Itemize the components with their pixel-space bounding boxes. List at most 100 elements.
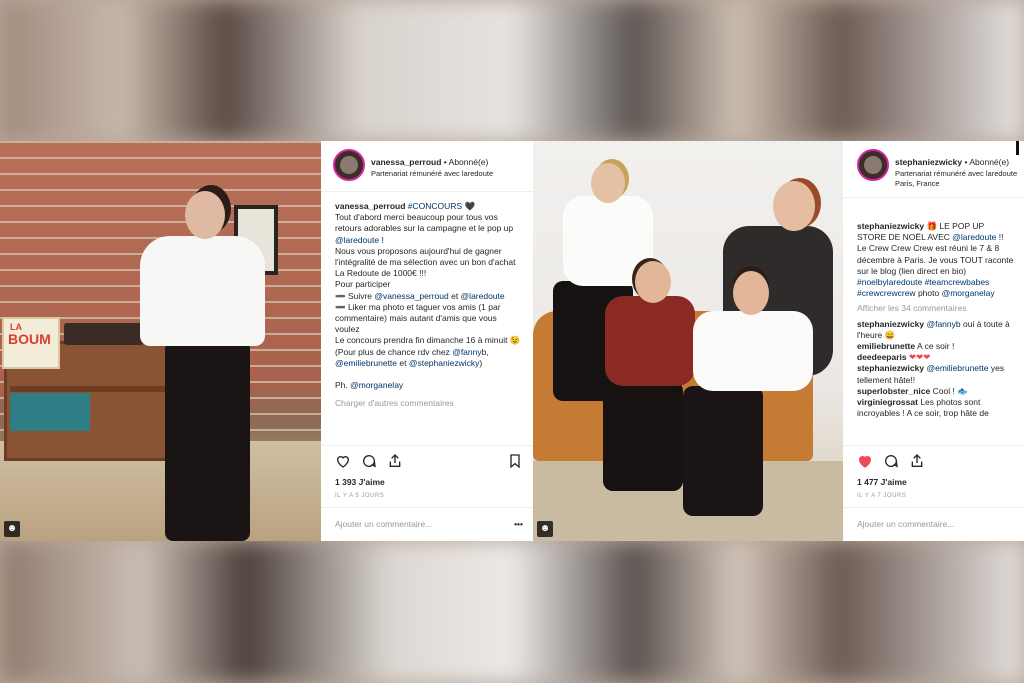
post2-actions [857,453,1014,471]
person-floral-jacket [605,296,695,386]
mention-stephaniezwicky[interactable]: @stephaniezwicky [409,358,480,368]
divider [321,507,533,508]
mention-fannyb[interactable]: @fannyb [452,347,486,357]
caption-text: , [486,346,489,357]
partnership-label[interactable]: Partenariat rémunéré avec laredoute [371,169,493,179]
avatar[interactable] [857,149,889,181]
post1-username-line: vanessa_perroud • Abonné(e) [371,157,488,167]
person-white-shirt [140,236,265,346]
comment: emiliebrunette A ce soir ! [857,341,1014,352]
caption-text: ➖ Liker ma photo et taguer vos amis (1 p… [335,301,501,335]
comment-text: A ce soir ! [917,341,955,352]
post1-actions [335,453,523,471]
comment-icon[interactable] [883,453,899,469]
post2-likes[interactable]: 1 477 J'aime [857,477,907,487]
post2-username-line: stephaniezwicky • Abonné(e) [895,157,1009,167]
post1-date: IL Y A 5 JOURS [335,493,385,499]
post1-username[interactable]: vanessa_perroud [371,157,441,167]
caption-text: ➖ Suivre [335,290,375,301]
comment-user[interactable]: deedeeparis [857,352,907,362]
post2-comment-input[interactable]: Ajouter un commentaire... [857,519,1014,529]
mention-morganelay[interactable]: @morganelay [942,288,995,298]
post2-date: IL Y A 7 JOURS [857,493,907,499]
person-head [185,191,225,239]
post1-panel: vanessa_perroud • Abonné(e) Partenariat … [321,141,533,541]
comment-mention[interactable]: @emiliebrunette [926,363,988,373]
mention-laredoute[interactable]: @laredoute [335,235,379,245]
share-icon[interactable] [909,453,925,469]
scrollbar[interactable] [1016,141,1019,155]
divider [843,507,1024,508]
comment: superlobster_nice Cool ! 🐟 [857,386,1014,397]
comment: virginiegrossat Les photos sont incroyab… [857,397,1014,419]
mention-morganelay[interactable]: @morganelay [350,380,403,390]
caption-text: et [397,357,409,368]
mention-vanessa[interactable]: @vanessa_perroud [374,291,448,301]
comment-user[interactable]: stephaniezwicky [857,363,924,373]
heart-emoji: 🖤 [464,201,476,211]
caption-text: photo [915,288,942,299]
poster-title-main: BOUM [8,331,51,347]
person-head [591,163,625,203]
view-all-comments[interactable]: Afficher les 34 commentaires [857,303,1014,314]
load-more-comments[interactable]: Charger d'autres commentaires [335,398,523,409]
caption-text: Pour participer [335,279,391,290]
more-options-icon[interactable]: ••• [514,519,523,529]
post2-meta: Partenariat rémunéré avec laredoute Pari… [895,169,1017,189]
divider [321,191,533,192]
comment-text: ❤❤❤ [909,352,931,363]
caption-text: Nous vous proposons aujourd'hui de gagne… [335,245,516,279]
caption-username[interactable]: stephaniezwicky [857,221,924,231]
person-head [635,261,671,303]
divider [843,197,1024,198]
heart-icon[interactable] [335,453,351,469]
comment-text: Cool ! 🐟 [932,385,968,396]
person-legs [165,341,250,541]
comment: stephaniezwicky @fannyb oui à toute à l'… [857,319,1014,341]
post1-caption: vanessa_perroud #CONCOURS 🖤 Tout d'abord… [335,201,523,410]
post1-comment-input[interactable]: Ajouter un commentaire... ••• [335,519,523,529]
post2-photo[interactable]: ☻ [533,141,843,541]
divider [843,445,1024,446]
comment-icon[interactable] [361,453,377,469]
comment: stephaniezwicky @emiliebrunette yes tell… [857,363,1014,385]
mention-emiliebrunette[interactable]: @emiliebrunette [335,358,397,368]
comment-user[interactable]: superlobster_nice [857,386,930,396]
caption-text: ! [379,234,384,245]
comment-mention[interactable]: @fannyb [926,319,960,329]
person-legs [683,386,763,516]
blurred-background-top [0,0,1024,141]
user-tag-icon[interactable]: ☻ [4,521,20,537]
person-white-blouse [693,311,813,391]
mention-laredoute[interactable]: @laredoute [461,291,505,301]
caption-text: Tout d'abord merci beaucoup pour tous vo… [335,212,514,234]
hashtag-concours[interactable]: #CONCOURS [408,201,462,211]
record-player [64,323,144,345]
person-head [733,271,769,315]
comment-user[interactable]: stephaniezwicky [857,319,924,329]
partnership-label[interactable]: Partenariat rémunéré avec laredoute [895,169,1017,179]
bookmark-icon[interactable] [507,453,523,469]
avatar[interactable] [333,149,365,181]
user-tag-icon[interactable]: ☻ [537,521,553,537]
post2-username[interactable]: stephaniezwicky [895,157,962,167]
post1-likes[interactable]: 1 393 J'aime [335,477,385,487]
location-label[interactable]: Paris, France [895,179,1017,189]
follow-status[interactable]: • Abonné(e) [964,157,1009,167]
comment-placeholder: Ajouter un commentaire... [335,519,433,529]
follow-status[interactable]: • Abonné(e) [444,157,489,167]
post2-header: stephaniezwicky • Abonné(e) Partenariat … [857,149,1017,189]
mention-laredoute[interactable]: @laredoute [952,232,996,242]
caption-username[interactable]: vanessa_perroud [335,201,405,211]
cabinet-panel [10,393,90,431]
post2-caption: stephaniezwicky 🎁 LE POP UP STORE DE NOË… [857,221,1014,431]
caption-text: Le concours prendra fin dimanche 16 à mi… [335,335,521,357]
comment: deedeeparis ❤❤❤ [857,352,1014,363]
comment-placeholder: Ajouter un commentaire... [857,519,955,529]
share-icon[interactable] [387,453,403,469]
post1-photo[interactable]: LA BOUM ☻ [0,141,321,541]
comment-user[interactable]: emiliebrunette [857,341,915,351]
heart-icon[interactable] [857,453,873,469]
caption-text: ) [479,357,483,368]
comment-user[interactable]: virginiegrossat [857,397,918,407]
